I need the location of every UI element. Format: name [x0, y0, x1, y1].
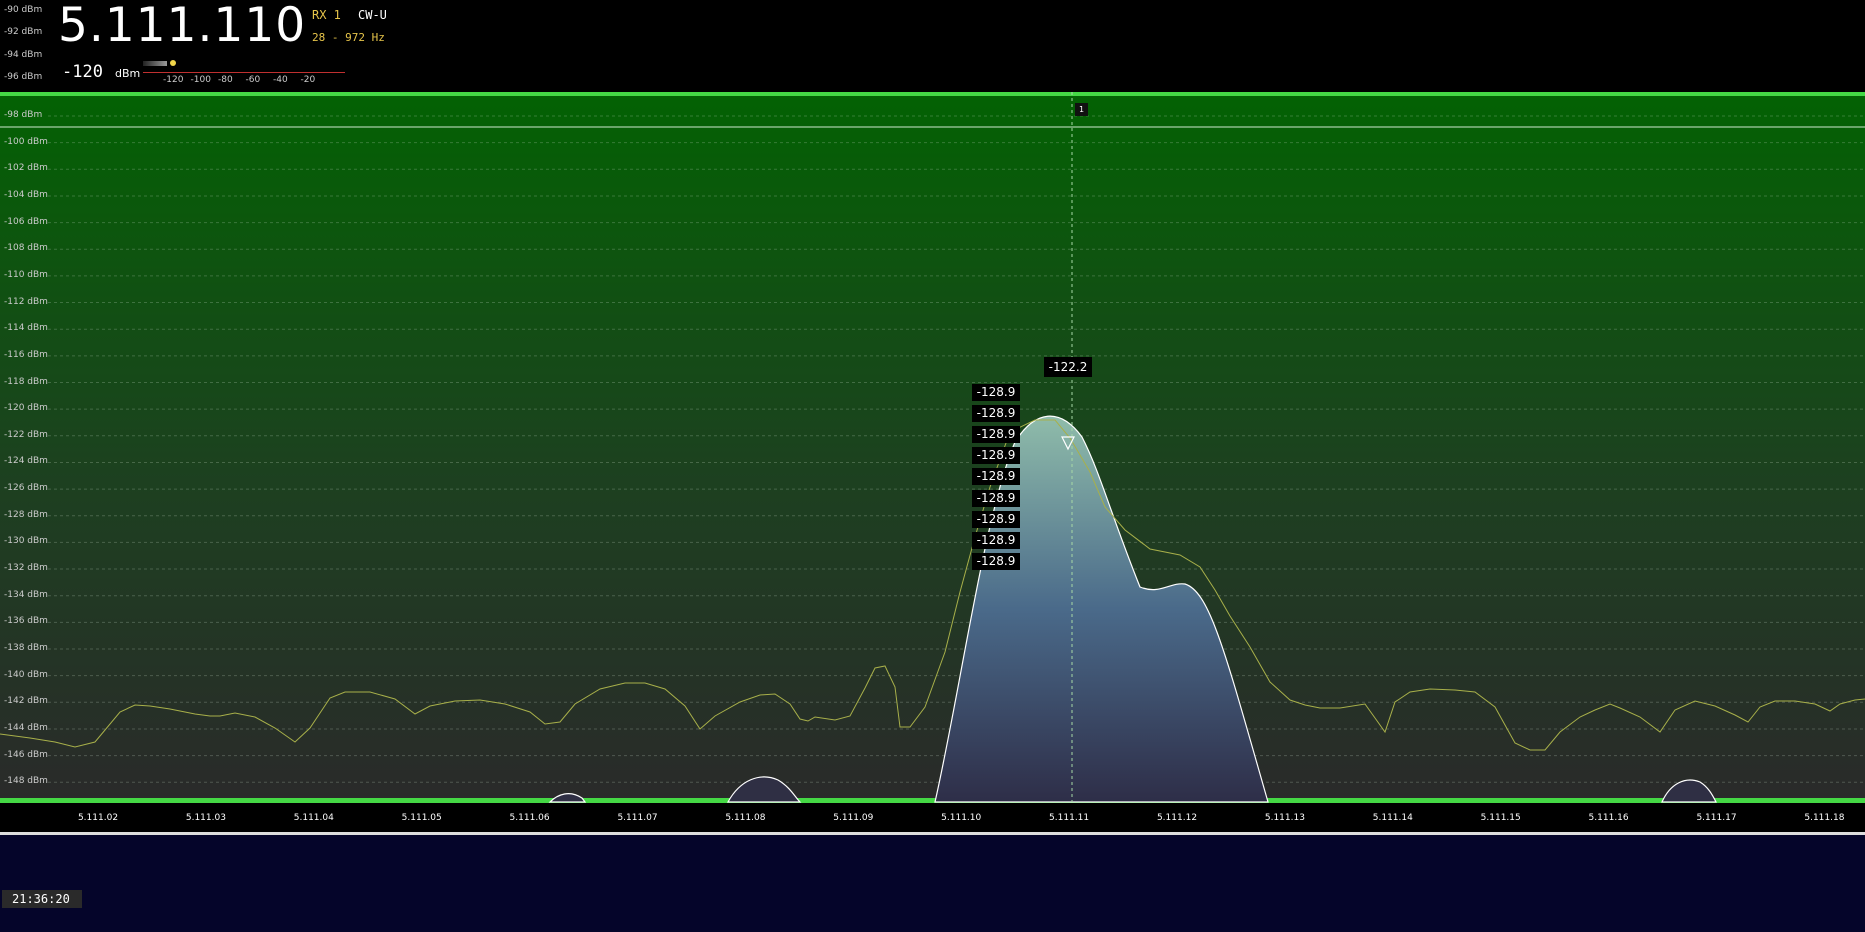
y-axis-label: -148 dBm	[4, 776, 48, 787]
level-label: -128.9	[972, 531, 1020, 549]
x-axis-label: 5.111.12	[1156, 813, 1198, 823]
x-axis-label: 5.111.06	[509, 813, 550, 823]
plot-background	[0, 92, 1865, 802]
rx-indicator[interactable]: RX 1	[312, 8, 341, 22]
y-axis-label: -92 dBm	[4, 27, 43, 38]
s-meter-track	[143, 61, 167, 66]
top-edge-bar	[0, 90, 1865, 96]
y-axis-label: -104 dBm	[4, 189, 48, 200]
x-axis-label: 5.111.14	[1372, 813, 1413, 823]
y-axis-label: -116 dBm	[4, 349, 48, 360]
y-axis-label: -108 dBm	[4, 243, 48, 254]
x-axis-label: 5.111.10	[941, 813, 982, 823]
x-axis-label: 5.111.13	[1264, 813, 1305, 823]
x-axis-label: 5.111.08	[725, 813, 766, 823]
clock-display: 21:36:20	[2, 890, 82, 908]
y-axis-label: -134 dBm	[4, 589, 48, 600]
mode-indicator[interactable]: CW-U	[358, 8, 387, 22]
x-axis-label: 5.111.02	[77, 813, 119, 823]
y-axis-label: -120 dBm	[4, 403, 48, 414]
peak-level-label: -122.2	[1044, 357, 1092, 377]
bandwidth-indicator[interactable]: 28 - 972 Hz	[312, 31, 385, 44]
y-axis-label: -140 dBm	[4, 669, 48, 680]
bottom-edge-bar	[0, 798, 1865, 803]
s-meter-tick-label: -120	[163, 75, 184, 85]
level-label: -128.9	[972, 510, 1020, 528]
y-axis-label: -146 dBm	[4, 749, 48, 760]
y-axis-label: -138 dBm	[4, 643, 48, 653]
s-meter-tick-label: -80	[218, 75, 233, 85]
header-bar: -90 dBm -92 dBm -94 dBm -96 dBm 5.111.110 R…	[0, 0, 1865, 92]
y-axis-label: -124 dBm	[4, 456, 48, 467]
y-axis-label: -100 dBm	[4, 136, 48, 147]
y-axis-label: -94 dBm	[4, 49, 43, 60]
level-label: -128.9	[972, 552, 1020, 570]
spectrum-panel[interactable]: -98 dBm -100 dBm -102 dBm -104 dBm -106 dBm -…	[0, 90, 1865, 803]
x-axis-label: 5.111.09	[833, 813, 874, 823]
spectrum-plot[interactable]	[0, 90, 1865, 812]
y-axis-label: -136 dBm	[4, 616, 48, 627]
y-axis-label: -132 dBm	[4, 563, 48, 574]
y-axis-label: -112 dBm	[4, 296, 48, 307]
y-axis-label: -90 dBm	[4, 5, 43, 15]
s-meter-scale-line	[143, 72, 345, 73]
x-axis-label: 5.111.17	[1696, 813, 1737, 823]
level-label: -128.9	[972, 447, 1020, 465]
y-axis-label: -114 dBm	[4, 323, 48, 334]
x-axis-label: 5.111.16	[1588, 813, 1629, 823]
frequency-display[interactable]: 5.111.110	[58, 0, 306, 53]
frequency-axis[interactable]: 5.111.02 5.111.03 5.111.04 5.111.05 5.111.06…	[0, 810, 1865, 828]
level-label: -128.9	[972, 405, 1020, 423]
x-axis-label: 5.111.11	[1049, 813, 1090, 823]
x-axis-label: 5.111.15	[1480, 813, 1521, 823]
s-meter-tick-label: -40	[273, 75, 288, 85]
s-meter-tick-label: -60	[245, 75, 261, 85]
s-meter-tick-label: -20	[300, 75, 316, 85]
y-axis-label: -106 dBm	[4, 216, 48, 227]
signal-level-value: -120	[62, 62, 103, 82]
s-meter: -120 -100 -80 -60 -40 -20	[143, 56, 345, 88]
marker-badge[interactable]: 1	[1075, 103, 1088, 116]
y-axis-label: -142 dBm	[4, 696, 48, 707]
x-axis-label: 5.111.18	[1804, 813, 1845, 823]
s-meter-indicator	[170, 60, 176, 66]
x-axis-label: 5.111.03	[185, 813, 226, 823]
x-axis-label: 5.111.07	[617, 813, 658, 823]
s-meter-ticks: -120 -100 -80 -60 -40 -20	[163, 75, 328, 85]
y-axis-label: -130 dBm	[4, 536, 48, 547]
y-axis-label: -126 dBm	[4, 483, 48, 494]
x-axis-label: 5.111.04	[293, 813, 334, 823]
x-axis-label: 5.111.05	[401, 813, 442, 823]
level-label: -128.9	[972, 426, 1020, 444]
y-axis-label: -128 dBm	[4, 509, 48, 520]
y-axis-label: -110 dBm	[4, 269, 48, 280]
level-label: -128.9	[972, 468, 1020, 486]
waterfall-panel[interactable]	[0, 832, 1865, 932]
signal-level-unit: dBm	[115, 67, 141, 80]
y-axis-label: -122 dBm	[4, 429, 48, 440]
y-axis-label: -118 dBm	[4, 376, 48, 387]
y-axis-label: -144 dBm	[4, 722, 48, 733]
s-meter-tick-label: -100	[190, 75, 211, 85]
y-axis-label: -98 dBm	[4, 110, 43, 120]
level-label: -128.9	[972, 384, 1020, 401]
level-label: -128.9	[972, 489, 1020, 507]
y-axis-label: -96 dBm	[4, 71, 43, 82]
y-axis-label: -102 dBm	[4, 163, 48, 174]
